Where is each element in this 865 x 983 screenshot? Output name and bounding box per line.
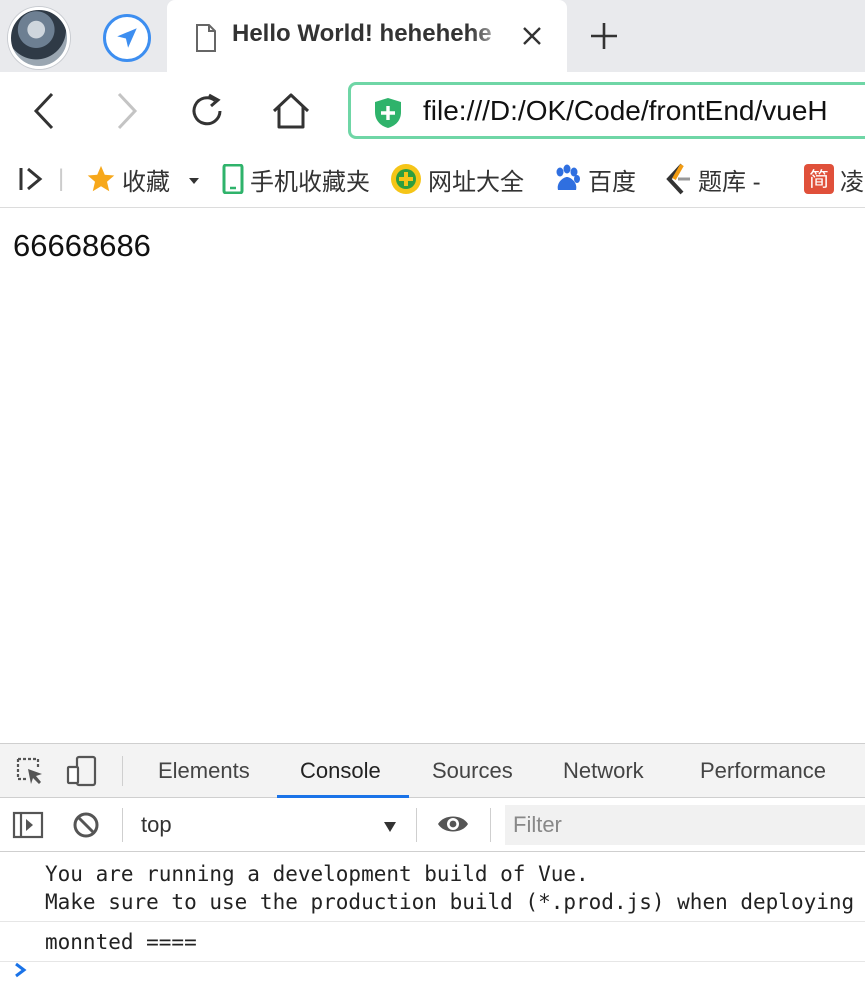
- tiku-icon: [664, 163, 692, 195]
- sidebar-toggle-icon[interactable]: [18, 162, 46, 196]
- console-toolbar: top: [0, 798, 865, 852]
- bookmark-label: 凌: [840, 168, 864, 196]
- tab-performance[interactable]: Performance: [700, 758, 826, 784]
- console-output: You are running a development build of V…: [0, 852, 865, 962]
- forward-icon[interactable]: [101, 86, 151, 136]
- back-icon[interactable]: [20, 86, 70, 136]
- bookmark-label: 百度: [588, 168, 636, 196]
- baidu-paw-icon: [552, 164, 582, 194]
- tab-network[interactable]: Network: [563, 758, 644, 784]
- page-text: 66668686: [13, 228, 151, 263]
- tab-strip: Hello World! hehehehe: [0, 0, 865, 72]
- toolbar-divider: [416, 808, 417, 842]
- bookmark-favorites[interactable]: 收藏: [86, 162, 200, 196]
- bookmark-label: 收藏: [122, 168, 170, 196]
- bookmark-label: 手机收藏夹: [250, 168, 370, 196]
- sidebar-toggle-icon[interactable]: [12, 810, 44, 845]
- tab-console[interactable]: Console: [300, 758, 381, 784]
- site-nav-icon: [390, 163, 422, 195]
- bookmark-divider: |: [58, 165, 65, 192]
- caret-down-icon[interactable]: [383, 820, 397, 838]
- address-bar[interactable]: file:///D:/OK/Code/frontEnd/vueH: [348, 82, 865, 139]
- devtools-tab-bar: Elements Console Sources Network Perform…: [0, 744, 865, 798]
- bookmark-sites[interactable]: 网址大全: [390, 162, 524, 196]
- navigation-arrow-icon[interactable]: [103, 14, 151, 62]
- new-tab-icon[interactable]: [588, 20, 620, 57]
- home-icon[interactable]: [266, 86, 316, 136]
- bookmark-label: 网址大全: [428, 168, 524, 196]
- toolbar-divider: [490, 808, 491, 842]
- user-avatar[interactable]: [8, 7, 70, 69]
- url-text: file:///D:/OK/Code/frontEnd/vueH: [423, 95, 828, 126]
- bookmark-baidu[interactable]: 百度: [552, 162, 636, 196]
- toolbar-divider: [122, 808, 123, 842]
- console-message: monnted ====: [0, 922, 865, 962]
- browser-toolbar: file:///D:/OK/Code/frontEnd/vueH: [0, 72, 865, 150]
- svg-text:简: 简: [809, 167, 829, 191]
- console-prompt-icon[interactable]: [14, 962, 28, 983]
- inspect-element-icon[interactable]: [14, 755, 46, 792]
- phone-icon: [222, 164, 244, 194]
- devtools-panel: Elements Console Sources Network Perform…: [0, 743, 865, 978]
- bookmark-label: 题库 -: [698, 168, 761, 196]
- star-icon: [86, 164, 116, 194]
- console-message: You are running a development build of V…: [0, 852, 865, 922]
- clear-console-icon[interactable]: [71, 810, 101, 845]
- filter-input[interactable]: [505, 805, 865, 845]
- context-selector[interactable]: top: [141, 812, 172, 838]
- toolbar-divider: [122, 756, 123, 786]
- tab-sources[interactable]: Sources: [432, 758, 513, 784]
- browser-tab[interactable]: Hello World! hehehehe: [167, 0, 567, 72]
- close-icon[interactable]: [520, 24, 544, 53]
- bookmark-tiku[interactable]: 题库 -: [664, 162, 761, 196]
- bookmark-jian[interactable]: 简 凌: [804, 162, 864, 196]
- tab-elements[interactable]: Elements: [158, 758, 250, 784]
- shield-icon: [373, 97, 403, 134]
- page-content: 66668686: [0, 208, 865, 743]
- caret-down-icon[interactable]: [188, 165, 200, 193]
- tab-title: Hello World! hehehehe: [232, 20, 492, 47]
- jian-icon: 简: [804, 164, 834, 194]
- eye-icon[interactable]: [436, 812, 470, 841]
- filter-field[interactable]: [505, 805, 865, 845]
- device-toolbar-icon[interactable]: [66, 755, 98, 792]
- bookmarks-bar: | 收藏 手机收藏夹 网址大全 百度 题库 - 简 凌: [0, 150, 865, 208]
- bookmark-mobile[interactable]: 手机收藏夹: [222, 162, 370, 196]
- reload-icon[interactable]: [182, 86, 232, 136]
- page-icon: [195, 24, 217, 57]
